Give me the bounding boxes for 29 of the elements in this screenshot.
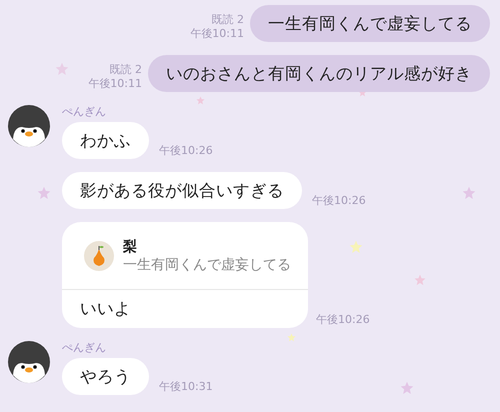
penguin-avatar-icon[interactable] <box>8 105 50 147</box>
received-message-bubble: 影がある役が似合いすぎる <box>62 172 302 209</box>
read-receipt: 既読 2 <box>212 13 244 27</box>
read-receipt: 既読 2 <box>110 63 142 77</box>
timestamp: 午後10:11 <box>190 27 244 41</box>
timestamp: 午後10:26 <box>316 313 370 327</box>
star-icon <box>55 62 69 76</box>
star-icon <box>196 96 205 105</box>
reply-message-text: いいよ <box>79 298 132 320</box>
timestamp: 午後10:11 <box>88 77 142 91</box>
pear-icon <box>84 241 114 271</box>
quoted-sender-name: 梨 <box>123 238 138 256</box>
star-icon <box>37 186 51 200</box>
sent-message-bubble: いのおさんと有岡くんのリアル感が好き <box>148 55 490 92</box>
star-icon <box>287 333 296 342</box>
timestamp: 午後10:31 <box>159 380 213 394</box>
quoted-message-text: 一生有岡くんで虚妄してる <box>123 256 291 274</box>
star-icon <box>400 381 414 395</box>
star-icon <box>462 186 476 200</box>
star-icon <box>349 240 363 254</box>
sender-name: ぺんぎん <box>62 341 107 355</box>
received-message-bubble: わかふ <box>62 122 149 159</box>
received-message-bubble: やろう <box>62 358 149 395</box>
sender-name: ぺんぎん <box>62 105 107 119</box>
timestamp: 午後10:26 <box>312 194 366 208</box>
sent-message-bubble: 一生有岡くんで虚妄してる <box>250 5 490 42</box>
star-icon <box>414 274 426 286</box>
timestamp: 午後10:26 <box>159 144 213 158</box>
penguin-avatar-icon[interactable] <box>8 341 50 383</box>
